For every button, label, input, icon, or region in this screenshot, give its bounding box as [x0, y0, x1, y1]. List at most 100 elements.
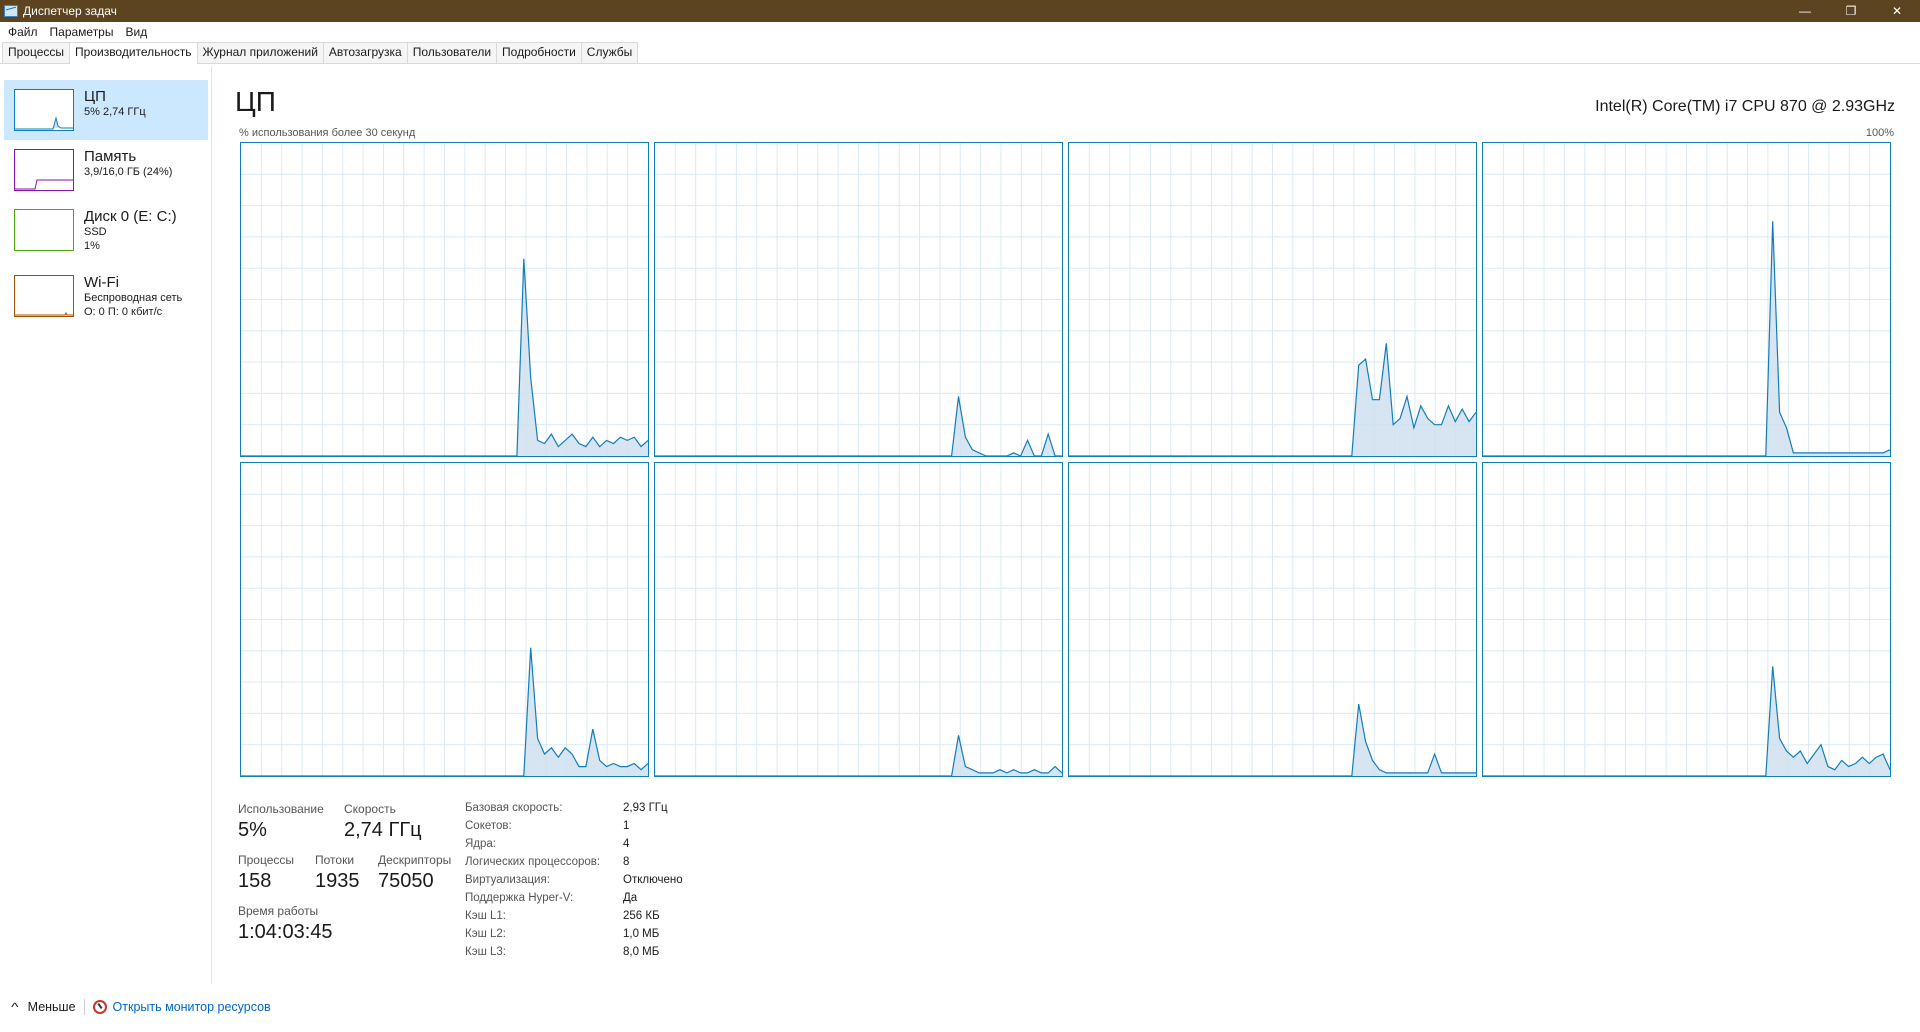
cpu-core-graph-svg: [1069, 463, 1476, 776]
close-button[interactable]: ✕: [1874, 0, 1920, 22]
spec-label: Базовая скорость:: [465, 802, 563, 814]
spec-label: Кэш L3:: [465, 946, 506, 958]
spec-row: Поддержка Hyper-V: Да: [465, 892, 683, 910]
wifi-thumbnail-graph: [14, 275, 74, 317]
stat-speed-label: Скорость: [344, 802, 396, 816]
stat-handles: Дескрипторы 75050: [378, 853, 451, 893]
graph-max-label: 100%: [1865, 127, 1894, 139]
sidebar-cpu-name: ЦП: [84, 88, 106, 105]
sidebar-disk-usage: 1%: [84, 240, 100, 252]
restore-button[interactable]: ❐: [1828, 0, 1874, 22]
cpu-core-graph-6: [654, 462, 1063, 777]
sidebar-item-disk[interactable]: Диск 0 (E: C:) SSD 1%: [4, 200, 208, 260]
cpu-core-graph-svg: [1069, 143, 1476, 456]
cpu-model-name: Intel(R) Core(TM) i7 CPU 870 @ 2.93GHz: [1595, 98, 1895, 115]
spec-row: Логических процессоров: 8: [465, 856, 683, 874]
spec-row: Ядра: 4: [465, 838, 683, 856]
spec-row: Кэш L2: 1,0 МБ: [465, 928, 683, 946]
minimize-button[interactable]: —: [1782, 0, 1828, 22]
spec-value: 8: [623, 856, 630, 868]
disk-thumbnail-graph: [14, 209, 74, 251]
stat-usage: Использование 5%: [238, 802, 324, 842]
spec-row: Базовая скорость: 2,93 ГГц: [465, 802, 683, 820]
stat-usage-value: 5%: [238, 819, 267, 841]
stat-uptime-value: 1:04:03:45: [238, 921, 333, 943]
spec-row: Кэш L1: 256 КБ: [465, 910, 683, 928]
footer-separator: [83, 999, 85, 1015]
spec-label: Поддержка Hyper-V:: [465, 892, 574, 904]
stat-processes-label: Процессы: [238, 853, 295, 867]
sidebar-disk-type: SSD: [84, 226, 107, 238]
graph-caption: % использования более 30 секунд: [239, 127, 416, 139]
sidebar-item-memory[interactable]: Память 3,9/16,0 ГБ (24%): [4, 140, 208, 200]
spec-label: Виртуализация:: [465, 874, 550, 886]
window-title: Диспетчер задач: [23, 4, 117, 18]
tab-performance[interactable]: Производительность: [69, 42, 198, 64]
stat-processes: Процессы 158: [238, 853, 294, 893]
cpu-core-graph-2: [654, 142, 1063, 457]
tab-processes[interactable]: Процессы: [2, 42, 71, 63]
spec-value: Отключено: [623, 874, 683, 886]
sidebar-item-wifi[interactable]: Wi-Fi Беспроводная сеть О: 0 П: 0 кбит/с: [4, 266, 208, 326]
resource-sidebar: ЦП 5% 2,74 ГГц Память 3,9/16,0 ГБ (24%) …: [0, 66, 212, 984]
spec-row: Сокетов: 1: [465, 820, 683, 838]
spec-value: 1: [623, 820, 630, 832]
spec-value: Да: [623, 892, 638, 904]
page-title: ЦП: [235, 86, 276, 117]
sidebar-item-cpu[interactable]: ЦП 5% 2,74 ГГц: [4, 80, 208, 140]
tab-details[interactable]: Подробности: [496, 42, 582, 63]
stat-handles-label: Дескрипторы: [378, 853, 452, 867]
spec-value: 256 КБ: [623, 910, 660, 922]
cpu-thumbnail-graph: [14, 89, 74, 131]
sidebar-wifi-name: Wi-Fi: [84, 274, 119, 291]
stat-uptime: Время работы 1:04:03:45: [238, 904, 333, 944]
spec-label: Кэш L1:: [465, 910, 506, 922]
spec-value: 1,0 МБ: [623, 928, 660, 940]
stat-threads-value: 1935: [315, 870, 360, 892]
cpu-specs: Базовая скорость: 2,93 ГГц Сокетов: 1 Ядра…: [465, 802, 683, 964]
cpu-core-graph-svg: [655, 463, 1062, 776]
chevron-up-icon: ^: [11, 1000, 19, 1014]
tab-app-history[interactable]: Журнал приложений: [196, 42, 324, 63]
spec-label: Кэш L2:: [465, 928, 506, 940]
cpu-core-graphs: [240, 142, 1894, 777]
cpu-core-graph-7: [1068, 462, 1477, 777]
cpu-core-graph-svg: [1483, 143, 1890, 456]
stat-speed: Скорость 2,74 ГГц: [344, 802, 422, 842]
title-bar: Диспетчер задач — ❐ ✕: [0, 0, 1920, 22]
resource-monitor-icon: [92, 1000, 107, 1014]
spec-value: 2,93 ГГц: [623, 802, 668, 814]
stat-threads: Потоки 1935: [315, 853, 360, 893]
cpu-core-graph-1: [240, 142, 649, 457]
tab-users[interactable]: Пользователи: [406, 42, 498, 63]
fewer-details-label: Меньше: [27, 1000, 76, 1014]
sidebar-memory-name: Память: [84, 148, 137, 165]
tab-services[interactable]: Службы: [580, 42, 639, 63]
open-resource-monitor-label: Открыть монитор ресурсов: [112, 1000, 271, 1014]
cpu-core-graph-svg: [241, 463, 648, 776]
tab-startup[interactable]: Автозагрузка: [322, 42, 408, 63]
fewer-details-button[interactable]: ^ Меньше: [11, 1000, 76, 1014]
menu-file[interactable]: Файл: [2, 25, 44, 39]
spec-row: Кэш L3: 8,0 МБ: [465, 946, 683, 964]
menu-view[interactable]: Вид: [119, 25, 153, 39]
task-manager-icon: [4, 5, 18, 17]
cpu-core-graph-svg: [1483, 463, 1890, 776]
stat-uptime-label: Время работы: [238, 904, 319, 918]
footer-bar: ^ Меньше Открыть монитор ресурсов: [0, 992, 1920, 1022]
cpu-core-graph-svg: [655, 143, 1062, 456]
stat-usage-label: Использование: [238, 802, 324, 816]
open-resource-monitor-link[interactable]: Открыть монитор ресурсов: [92, 1000, 271, 1014]
spec-value: 8,0 МБ: [623, 946, 660, 958]
spec-label: Ядра:: [465, 838, 497, 850]
spec-value: 4: [623, 838, 630, 850]
stat-threads-label: Потоки: [315, 853, 355, 867]
stat-speed-value: 2,74 ГГц: [344, 819, 422, 841]
sidebar-wifi-throughput: О: 0 П: 0 кбит/с: [84, 306, 163, 318]
stat-processes-value: 158: [238, 870, 272, 892]
menu-options[interactable]: Параметры: [44, 25, 120, 39]
menu-bar: Файл Параметры Вид: [0, 22, 1920, 42]
spec-row: Виртуализация: Отключено: [465, 874, 683, 892]
spec-label: Сокетов:: [465, 820, 512, 832]
sidebar-disk-name: Диск 0 (E: C:): [84, 208, 177, 225]
